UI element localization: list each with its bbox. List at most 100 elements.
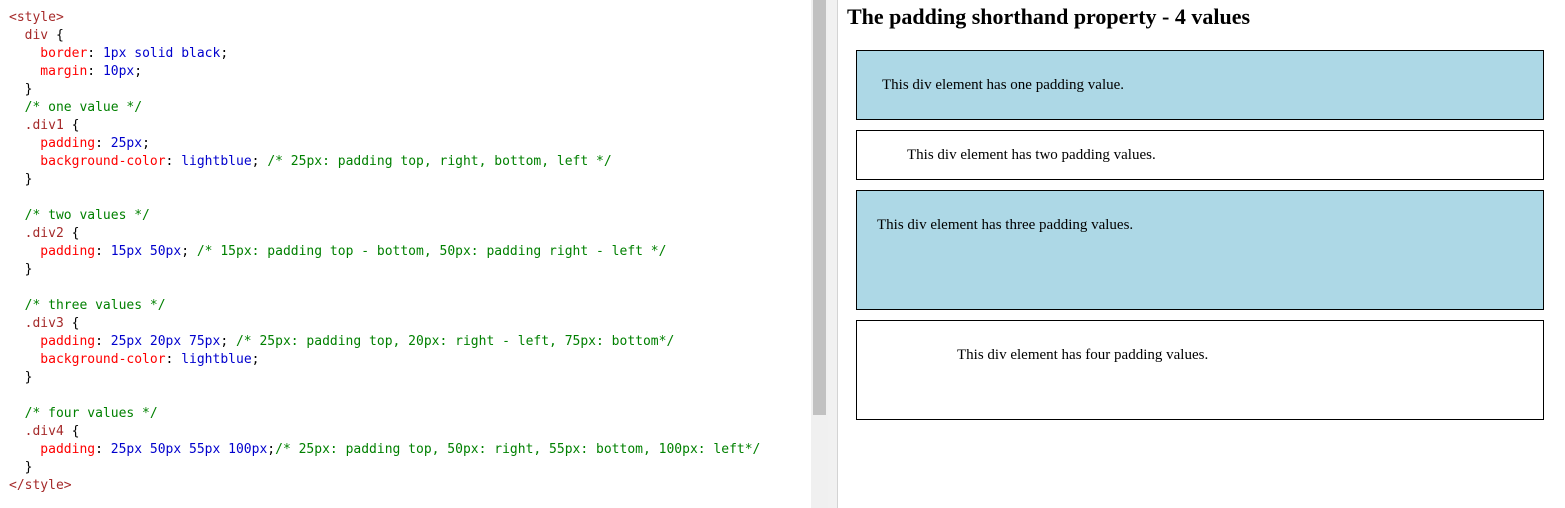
code-token: : <box>95 136 111 151</box>
code-token: .div1 <box>9 118 72 133</box>
code-line: } <box>9 369 760 387</box>
code-text[interactable]: <style> div { border: 1px solid black; m… <box>9 9 760 495</box>
code-token: { <box>71 316 80 331</box>
code-line: /* four values */ <box>9 405 760 423</box>
code-token: lightblue <box>181 154 252 169</box>
code-token: ; <box>142 136 150 151</box>
code-token: ; <box>267 442 276 457</box>
code-line: } <box>9 261 760 279</box>
code-line: padding: 25px 50px 55px 100px;/* 25px: p… <box>9 441 760 459</box>
div1-box: This div element has one padding value. <box>856 50 1544 120</box>
code-token: : <box>165 352 182 367</box>
code-editor[interactable]: <style> div { border: 1px solid black; m… <box>0 0 811 508</box>
code-token: : <box>87 64 103 79</box>
code-token: </style> <box>9 478 72 493</box>
scrollbar-thumb[interactable] <box>813 0 826 415</box>
code-token: ; <box>181 244 197 259</box>
code-token: padding <box>9 334 96 349</box>
code-token: 15px 50px <box>110 244 182 259</box>
code-token: ; <box>251 154 268 169</box>
code-line: .div3 { <box>9 315 760 333</box>
code-token: : <box>87 46 103 61</box>
code-token: : <box>95 334 111 349</box>
code-token: background-color <box>9 352 166 367</box>
tryit-window: <style> div { border: 1px solid black; m… <box>0 0 1565 508</box>
code-token: { <box>71 424 80 439</box>
code-line: /* two values */ <box>9 207 760 225</box>
code-line: /* three values */ <box>9 297 760 315</box>
code-token: .div2 <box>9 226 72 241</box>
code-line: .div2 { <box>9 225 760 243</box>
result-pane: The padding shorthand property - 4 value… <box>838 0 1565 508</box>
code-token: : <box>95 442 111 457</box>
code-line: } <box>9 459 760 477</box>
pane-splitter[interactable] <box>828 0 838 508</box>
code-token: 25px 50px 55px 100px <box>110 442 268 457</box>
code-token: /* 25px: padding top, 50px: right, 55px:… <box>275 442 761 457</box>
editor-scrollbar[interactable] <box>811 0 828 508</box>
code-token: } <box>9 82 33 97</box>
page-title: The padding shorthand property - 4 value… <box>847 4 1251 29</box>
div2-text: This div element has two padding values. <box>907 147 1156 163</box>
code-token: 10px <box>102 64 135 79</box>
code-token: { <box>71 118 80 133</box>
code-token: } <box>9 262 33 277</box>
code-line: /* one value */ <box>9 99 760 117</box>
code-token: background-color <box>9 154 166 169</box>
code-token: /* 15px: padding top - bottom, 50px: pad… <box>196 244 667 259</box>
code-token: .div3 <box>9 316 72 331</box>
code-token: <style> <box>9 10 64 25</box>
code-line: padding: 15px 50px; /* 15px: padding top… <box>9 243 760 261</box>
code-token: padding <box>9 136 96 151</box>
code-token: /* 25px: padding top, right, bottom, lef… <box>267 154 612 169</box>
code-token: lightblue <box>181 352 252 367</box>
code-token: { <box>71 226 80 241</box>
code-token: 25px <box>110 136 143 151</box>
code-token: /* 25px: padding top, 20px: right - left… <box>235 334 675 349</box>
code-token: ; <box>134 64 143 79</box>
code-token: } <box>9 370 33 385</box>
code-line: </style> <box>9 477 760 495</box>
code-line: padding: 25px 20px 75px; /* 25px: paddin… <box>9 333 760 351</box>
code-line: div { <box>9 27 760 45</box>
div3-box: This div element has three padding value… <box>856 190 1544 310</box>
code-token: /* two values */ <box>9 208 150 223</box>
code-token: : <box>165 154 182 169</box>
code-token: border <box>9 46 88 61</box>
code-line: border: 1px solid black; <box>9 45 760 63</box>
code-token: 1px solid black <box>102 46 221 61</box>
code-line: } <box>9 171 760 189</box>
code-line: background-color: lightblue; /* 25px: pa… <box>9 153 760 171</box>
code-token: ; <box>251 352 260 367</box>
code-token: padding <box>9 244 96 259</box>
code-token: ; <box>220 46 229 61</box>
code-line: } <box>9 81 760 99</box>
code-token: : <box>95 244 111 259</box>
div3-text: This div element has three padding value… <box>877 217 1134 233</box>
code-line: .div4 { <box>9 423 760 441</box>
code-token: /* four values */ <box>9 406 158 421</box>
div1-text: This div element has one padding value. <box>882 77 1125 93</box>
code-line: .div1 { <box>9 117 760 135</box>
code-token: div <box>9 28 56 43</box>
code-token: /* one value */ <box>9 100 143 115</box>
code-token: } <box>9 460 33 475</box>
code-line: <style> <box>9 9 760 27</box>
code-line: padding: 25px; <box>9 135 760 153</box>
div4-box: This div element has four padding values… <box>856 320 1544 420</box>
div4-text: This div element has four padding values… <box>957 347 1209 363</box>
code-token: } <box>9 172 33 187</box>
div2-box: This div element has two padding values. <box>856 130 1544 180</box>
code-token: padding <box>9 442 96 457</box>
code-line: background-color: lightblue; <box>9 351 760 369</box>
code-line: margin: 10px; <box>9 63 760 81</box>
code-token: .div4 <box>9 424 72 439</box>
code-token: ; <box>220 334 236 349</box>
code-token: /* three values */ <box>9 298 166 313</box>
code-token: 25px 20px 75px <box>110 334 221 349</box>
code-token: { <box>55 28 64 43</box>
code-token: margin <box>9 64 88 79</box>
